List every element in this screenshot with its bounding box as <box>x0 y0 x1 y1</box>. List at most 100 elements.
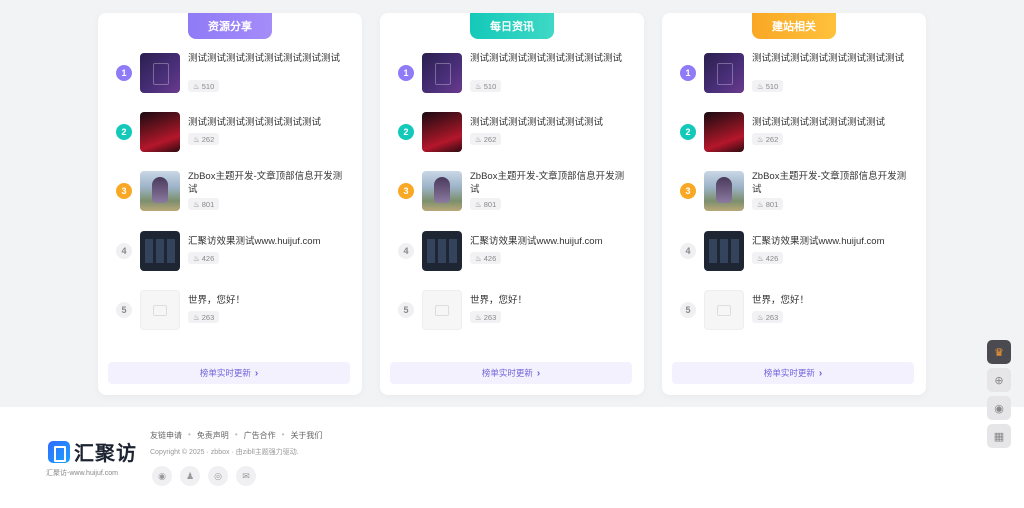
view-count: ♨ 262 <box>470 133 502 145</box>
item-title[interactable]: 世界，您好！ <box>470 294 630 307</box>
ranking-more-button[interactable]: 榜单实时更新 › <box>108 362 350 384</box>
social-links: ◉ ♟ ◎ ✉ <box>152 466 256 486</box>
view-count: ♨ 510 <box>752 80 784 92</box>
thumbnail-image[interactable] <box>422 231 462 271</box>
card-title: 资源分享 <box>188 13 272 39</box>
image-placeholder-icon[interactable] <box>704 290 744 330</box>
footer-links: 友链申请 • 免责声明 • 广告合作 • 关于我们 <box>150 430 322 441</box>
flame-icon: ♨ <box>757 134 764 144</box>
item-title[interactable]: 测试测试测试测试测试测试测试 <box>752 116 912 129</box>
rank-badge: 1 <box>116 65 132 81</box>
list-item[interactable]: 4 汇聚访效果测试www.huijuf.com ♨ 426 <box>398 230 634 272</box>
item-title[interactable]: 汇聚访效果测试www.huijuf.com <box>188 235 348 248</box>
image-placeholder-icon[interactable] <box>140 290 180 330</box>
flame-icon: ♨ <box>475 134 482 144</box>
flame-icon: ♨ <box>757 199 764 209</box>
item-title[interactable]: 测试测试测试测试测试测试测试测试 <box>470 52 630 65</box>
item-title[interactable]: 世界，您好！ <box>752 294 912 307</box>
thumbnail-image[interactable] <box>140 231 180 271</box>
list-item[interactable]: 1 测试测试测试测试测试测试测试测试 ♨ 510 <box>116 52 352 94</box>
logo-text: 汇聚访 <box>74 443 137 465</box>
item-title[interactable]: 汇聚访效果测试www.huijuf.com <box>470 235 630 248</box>
item-title[interactable]: ZbBox主题开发-文章顶部信息开发测试 <box>470 170 630 196</box>
list-item[interactable]: 2 测试测试测试测试测试测试测试 ♨ 262 <box>398 111 634 153</box>
footer-link-ads[interactable]: 广告合作 <box>244 430 276 441</box>
thumbnail-image[interactable] <box>422 171 462 211</box>
card-title: 建站相关 <box>752 13 836 39</box>
list-item[interactable]: 4 汇聚访效果测试www.huijuf.com ♨ 426 <box>680 230 916 272</box>
site-logo[interactable]: 汇聚访 <box>48 437 137 466</box>
wechat-icon[interactable]: ◉ <box>987 396 1011 420</box>
item-title[interactable]: 测试测试测试测试测试测试测试测试 <box>188 52 348 65</box>
list-item[interactable]: 5 世界，您好！ ♨ 263 <box>680 289 916 331</box>
view-count: ♨ 262 <box>752 133 784 145</box>
list-item[interactable]: 2 测试测试测试测试测试测试测试 ♨ 262 <box>116 111 352 153</box>
view-count: ♨ 426 <box>470 252 502 264</box>
image-placeholder-icon[interactable] <box>422 290 462 330</box>
list-item[interactable]: 3 ZbBox主题开发-文章顶部信息开发测试 ♨ 801 <box>680 170 916 212</box>
item-title[interactable]: 测试测试测试测试测试测试测试 <box>470 116 630 129</box>
flame-icon: ♨ <box>475 199 482 209</box>
flame-icon: ♨ <box>193 134 200 144</box>
list-item[interactable]: 2 测试测试测试测试测试测试测试 ♨ 262 <box>680 111 916 153</box>
thumbnail-image[interactable] <box>422 53 462 93</box>
item-title[interactable]: ZbBox主题开发-文章顶部信息开发测试 <box>752 170 912 196</box>
qq-icon[interactable]: ♟ <box>180 466 200 486</box>
footer-link-disclaimer[interactable]: 免责声明 <box>197 430 229 441</box>
view-count: ♨ 801 <box>752 198 784 210</box>
footer-link-friend[interactable]: 友链申请 <box>150 430 182 441</box>
add-icon[interactable]: ⊕ <box>987 368 1011 392</box>
ranking-cards: 资源分享 1 测试测试测试测试测试测试测试测试 ♨ 510 2 测试测试测试测试测… <box>0 0 1024 407</box>
ranking-more-button[interactable]: 榜单实时更新 › <box>390 362 632 384</box>
rank-badge: 5 <box>398 302 414 318</box>
thumbnail-image[interactable] <box>704 231 744 271</box>
list-item[interactable]: 1 测试测试测试测试测试测试测试测试 ♨ 510 <box>680 52 916 94</box>
flame-icon: ♨ <box>757 312 764 322</box>
view-count: ♨ 262 <box>188 133 220 145</box>
chevron-right-icon: › <box>254 367 259 379</box>
thumbnail-image[interactable] <box>704 53 744 93</box>
ranking-card: 建站相关 1 测试测试测试测试测试测试测试测试 ♨ 510 2 测试测试测试测试测… <box>662 13 926 395</box>
thumbnail-image[interactable] <box>140 112 180 152</box>
site-footer: 汇聚访 汇聚访-www.huijuf.com 友链申请 • 免责声明 • 广告合… <box>0 407 1024 508</box>
flame-icon: ♨ <box>757 253 764 263</box>
item-title[interactable]: 测试测试测试测试测试测试测试 <box>188 116 348 129</box>
list-item[interactable]: 3 ZbBox主题开发-文章顶部信息开发测试 ♨ 801 <box>398 170 634 212</box>
list-item[interactable]: 1 测试测试测试测试测试测试测试测试 ♨ 510 <box>398 52 634 94</box>
thumbnail-image[interactable] <box>140 171 180 211</box>
rank-badge: 3 <box>680 183 696 199</box>
thumbnail-image[interactable] <box>422 112 462 152</box>
weibo-icon[interactable]: ◎ <box>208 466 228 486</box>
view-count: ♨ 263 <box>188 311 220 323</box>
link-separator: • <box>234 430 238 439</box>
list-item[interactable]: 5 世界，您好！ ♨ 263 <box>398 289 634 331</box>
flame-icon: ♨ <box>475 81 482 91</box>
item-title[interactable]: 汇聚访效果测试www.huijuf.com <box>752 235 912 248</box>
rank-badge: 4 <box>116 243 132 259</box>
thumbnail-image[interactable] <box>140 53 180 93</box>
item-title[interactable]: ZbBox主题开发-文章顶部信息开发测试 <box>188 170 348 196</box>
ranking-more-button[interactable]: 榜单实时更新 › <box>672 362 914 384</box>
item-title[interactable]: 世界，您好！ <box>188 294 348 307</box>
rank-badge: 1 <box>680 65 696 81</box>
rank-badge: 4 <box>680 243 696 259</box>
chevron-right-icon: › <box>818 367 823 379</box>
item-title[interactable]: 测试测试测试测试测试测试测试测试 <box>752 52 912 65</box>
list-item[interactable]: 3 ZbBox主题开发-文章顶部信息开发测试 ♨ 801 <box>116 170 352 212</box>
crown-icon[interactable]: ♛ <box>987 340 1011 364</box>
chevron-right-icon: › <box>536 367 541 379</box>
mail-icon[interactable]: ✉ <box>236 466 256 486</box>
thumbnail-image[interactable] <box>704 112 744 152</box>
list-item[interactable]: 5 世界，您好！ ♨ 263 <box>116 289 352 331</box>
list-item[interactable]: 4 汇聚访效果测试www.huijuf.com ♨ 426 <box>116 230 352 272</box>
logo-subtitle: 汇聚访-www.huijuf.com <box>46 470 118 477</box>
qrcode-icon[interactable]: ▦ <box>987 424 1011 448</box>
view-count: ♨ 426 <box>188 252 220 264</box>
ranking-card: 资源分享 1 测试测试测试测试测试测试测试测试 ♨ 510 2 测试测试测试测试测… <box>98 13 362 395</box>
footer-link-about[interactable]: 关于我们 <box>290 430 322 441</box>
rank-badge: 2 <box>116 124 132 140</box>
wechat-icon[interactable]: ◉ <box>152 466 172 486</box>
rank-badge: 1 <box>398 65 414 81</box>
thumbnail-image[interactable] <box>704 171 744 211</box>
copyright-text: Copyright © 2025 · zbbox · 由zibll主题强力驱动. <box>150 449 299 456</box>
